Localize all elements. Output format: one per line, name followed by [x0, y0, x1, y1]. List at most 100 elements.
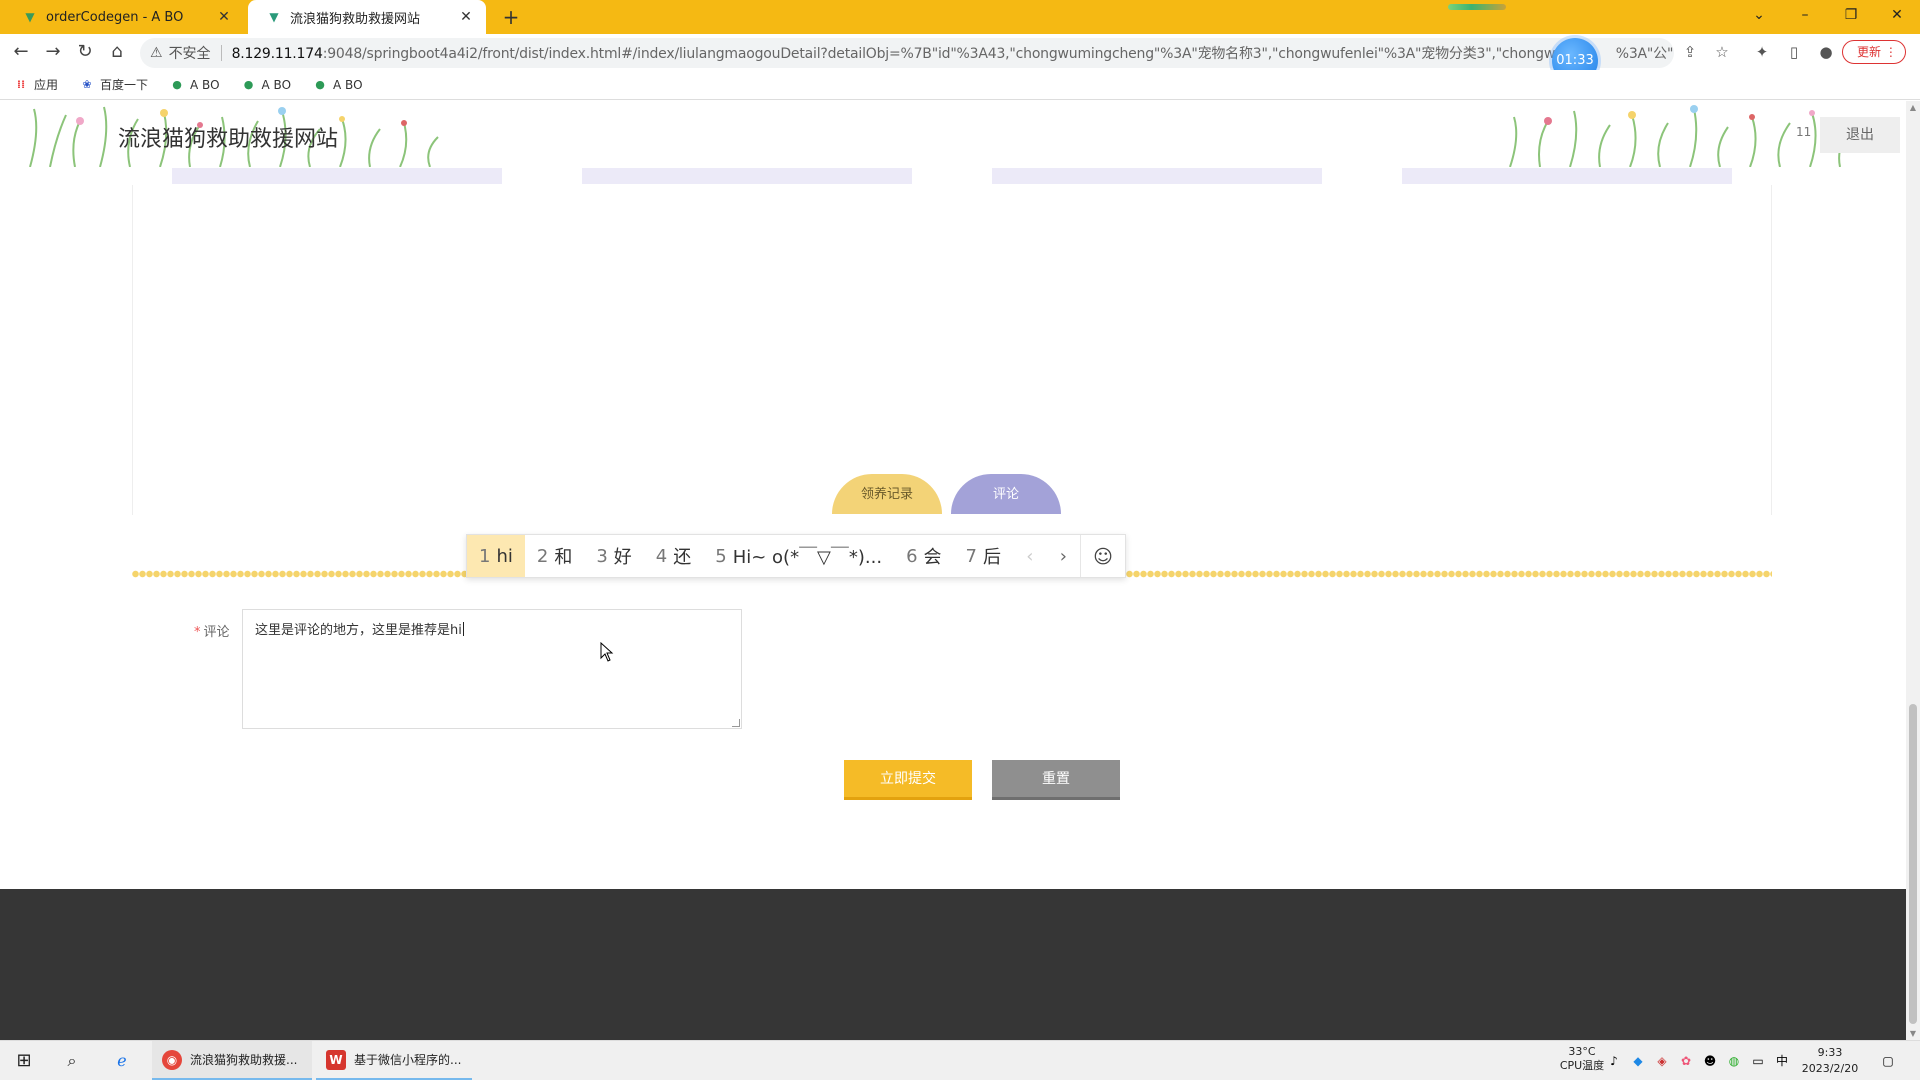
home-icon[interactable]: ⌂: [105, 40, 129, 64]
url-text[interactable]: 8.129.11.174:9048/springboot4a4i2/front/…: [232, 43, 1674, 63]
star-icon[interactable]: ☆: [1712, 42, 1732, 62]
cpu-temp-widget[interactable]: 33°C CPU温度: [1550, 1045, 1614, 1080]
detail-content-frame: [132, 185, 1772, 515]
windows-start-icon[interactable]: ⊞: [12, 1049, 36, 1073]
candidate-text: Hi~ o(*￣▽￣*)...: [732, 547, 883, 568]
clock-date: 2023/2/20: [1801, 1062, 1859, 1075]
back-icon[interactable]: ←: [9, 40, 33, 64]
search-icon[interactable]: ⌕: [60, 1049, 84, 1073]
bookmarks-bar: ⁞⁞ 应用 ❀ 百度一下 ● A BO ● A BO ● A BO: [0, 70, 1920, 100]
bookmark-abo-2[interactable]: ● A BO: [242, 77, 292, 92]
candidate-number: 3: [596, 545, 608, 567]
forward-icon[interactable]: →: [41, 40, 65, 64]
extensions-icon[interactable]: ✦: [1752, 42, 1772, 62]
pet-card-stub: [992, 168, 1322, 184]
qq-icon[interactable]: ☻: [1702, 1053, 1718, 1069]
network-icon[interactable]: ◆: [1630, 1053, 1646, 1069]
divider: [220, 45, 222, 61]
ime-candidate[interactable]: 2和: [525, 535, 584, 577]
bookmark-label: 应用: [34, 78, 59, 92]
tray-app-icon[interactable]: ✿: [1678, 1053, 1694, 1069]
site-title: 流浪猫狗救助救援网站: [118, 127, 339, 152]
clock[interactable]: 9:33 2023/2/20: [1798, 1045, 1862, 1080]
text-caret: [462, 622, 464, 636]
ime-mode-indicator[interactable]: 中: [1774, 1053, 1790, 1069]
update-button[interactable]: 更新 ⋮: [1842, 40, 1906, 64]
pet-card-stub: [582, 168, 912, 184]
ie-icon[interactable]: ℯ: [110, 1049, 134, 1073]
scroll-up-icon[interactable]: ▲: [1906, 103, 1920, 112]
bookmark-apps[interactable]: ⁞⁞ 应用: [14, 76, 58, 93]
scroll-down-icon[interactable]: ▼: [1906, 1029, 1920, 1038]
site-header: 流浪猫狗救助救援网站 11 退出: [0, 101, 1906, 167]
display-icon[interactable]: ▭: [1750, 1053, 1766, 1069]
reload-icon[interactable]: ↻: [73, 40, 97, 64]
url-host: 8.129.11.174: [231, 46, 323, 62]
notification-icon[interactable]: ▢: [1880, 1053, 1896, 1069]
vue-icon: ▼: [269, 10, 279, 24]
candidate-number: 4: [655, 545, 668, 567]
ime-candidate[interactable]: 3好: [584, 535, 643, 577]
candidate-number: 6: [906, 545, 918, 567]
ime-candidate[interactable]: 5 Hi~ o(*￣▽￣*)...: [703, 535, 894, 577]
candidate-number: 7: [965, 545, 977, 567]
candidate-number: 2: [536, 545, 549, 567]
logout-button[interactable]: 退出: [1820, 117, 1900, 153]
update-label: 更新: [1857, 45, 1882, 59]
browser-tab-strip: ▼ orderCodegen - A BO ✕ ▼ 流浪猫狗救助救援网站 ✕ +…: [0, 0, 1920, 34]
restore-button[interactable]: ❐: [1828, 0, 1874, 30]
tray-app-icon[interactable]: ◍: [1726, 1053, 1742, 1069]
close-icon[interactable]: ✕: [214, 9, 234, 25]
comment-textarea[interactable]: 这里是评论的地方，这里是推荐是hi: [242, 609, 742, 729]
candidate-text: hi: [496, 545, 513, 567]
close-icon[interactable]: ✕: [456, 9, 476, 25]
address-bar[interactable]: ⚠ 不安全 8.129.11.174:9048/springboot4a4i2/…: [140, 38, 1674, 68]
submit-button[interactable]: 立即提交: [844, 760, 972, 800]
bookmark-label: A BO: [333, 77, 363, 92]
side-panel-icon[interactable]: ▯: [1784, 42, 1804, 62]
resize-grip-icon[interactable]: [732, 719, 740, 727]
comment-field-label: * 评论: [194, 621, 230, 640]
tab-title: 流浪猫狗救助救援网站: [290, 11, 421, 27]
bookmark-abo-1[interactable]: ● A BO: [170, 77, 220, 92]
bookmark-abo-3[interactable]: ● A BO: [313, 77, 363, 92]
share-icon[interactable]: ⇪: [1680, 42, 1700, 62]
new-tab-button[interactable]: +: [498, 4, 524, 30]
ime-next-page-icon[interactable]: ›: [1047, 535, 1081, 577]
not-secure-label[interactable]: 不安全: [169, 43, 211, 63]
apps-grid-icon: ⁞⁞: [16, 77, 26, 91]
reset-button[interactable]: 重置: [992, 760, 1120, 800]
candidate-text: 还: [673, 547, 692, 568]
scrollbar-thumb[interactable]: [1909, 704, 1917, 1024]
more-menu-icon[interactable]: ⋮: [1885, 45, 1897, 59]
tab-media-indicator: [1448, 4, 1506, 10]
bookmark-label: A BO: [190, 77, 220, 92]
security-icon[interactable]: ◈: [1654, 1053, 1670, 1069]
window-close-button[interactable]: ✕: [1874, 0, 1920, 30]
bookmark-label: A BO: [261, 77, 292, 92]
ime-candidate[interactable]: 4还: [644, 535, 703, 577]
ime-candidate[interactable]: 1 hi: [467, 535, 525, 577]
bookmark-baidu[interactable]: ❀ 百度一下: [80, 76, 148, 93]
comment-label-text: 评论: [203, 625, 230, 640]
minimize-button[interactable]: –: [1782, 0, 1828, 30]
ime-prev-page-icon[interactable]: ‹: [1013, 535, 1047, 577]
ime-candidate[interactable]: 6会: [894, 535, 953, 577]
tab-search-button[interactable]: ⌄: [1736, 0, 1782, 30]
vue-icon: ▼: [25, 10, 35, 24]
profile-icon[interactable]: ●: [1816, 42, 1836, 62]
page-scrollbar[interactable]: ▲ ▼: [1906, 101, 1920, 1040]
warning-icon[interactable]: ⚠: [150, 45, 163, 61]
chrome-icon: ◉: [162, 1049, 182, 1070]
ime-candidate[interactable]: 7后: [954, 535, 1013, 577]
browser-tab-active[interactable]: ▼ 流浪猫狗救助救援网站 ✕: [248, 0, 486, 34]
browser-tab-ordercodegen[interactable]: ▼ orderCodegen - A BO ✕: [4, 0, 244, 34]
taskbar-app-chrome[interactable]: ◉ 流浪猫狗救助救援...: [152, 1041, 312, 1080]
volume-icon[interactable]: ♪: [1606, 1053, 1622, 1069]
taskbar-app-wps[interactable]: W 基于微信小程序的...: [316, 1041, 472, 1080]
required-mark: *: [194, 625, 201, 640]
url-tail: %3A"公",...: [1615, 46, 1674, 62]
windows-taskbar: ⊞ ⌕ ℯ ◉ 流浪猫狗救助救援... W 基于微信小程序的... 33°C C…: [0, 1040, 1920, 1080]
emoji-icon[interactable]: ☺: [1080, 535, 1125, 577]
leaf-icon: ●: [243, 77, 254, 91]
